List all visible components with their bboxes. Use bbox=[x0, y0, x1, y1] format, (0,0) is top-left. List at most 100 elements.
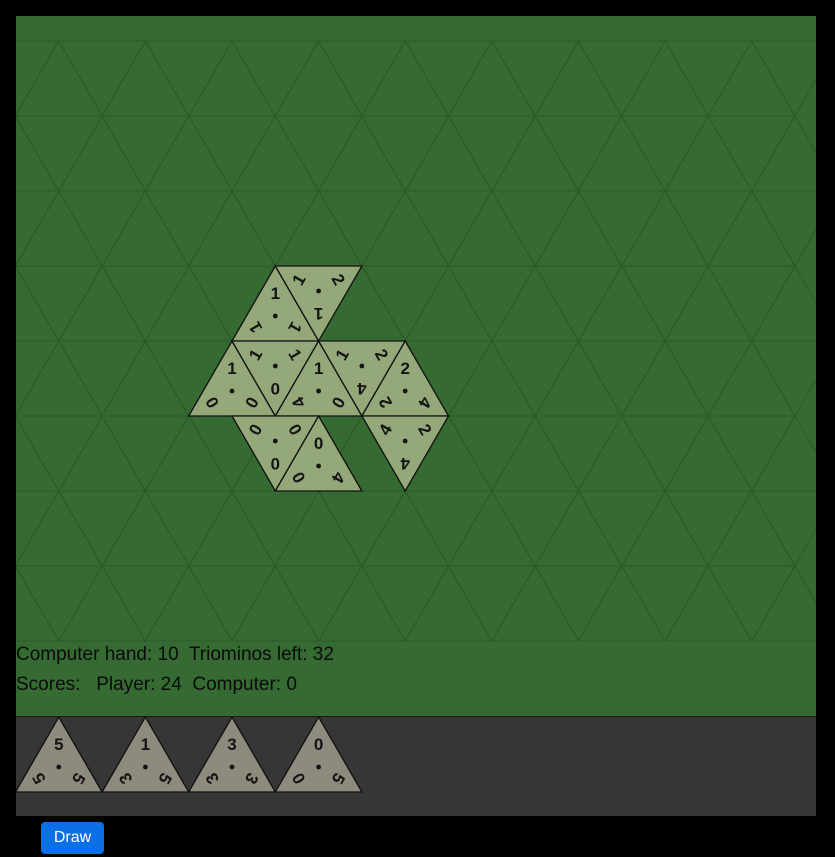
hand-tile[interactable]: 333 bbox=[187, 717, 277, 793]
grid-cell bbox=[750, 564, 816, 642]
grid-cell bbox=[57, 414, 147, 492]
grid-cell bbox=[231, 114, 320, 192]
player-hand-tiles: 555153333050 bbox=[16, 717, 364, 793]
grid-cell bbox=[534, 115, 623, 193]
grid-cell bbox=[404, 264, 493, 342]
grid-cell bbox=[361, 489, 450, 567]
grid-cell bbox=[577, 40, 666, 118]
grid-cell bbox=[16, 415, 103, 493]
grid-cell bbox=[187, 489, 277, 567]
grid-cell bbox=[317, 40, 407, 118]
grid-cell bbox=[274, 39, 363, 117]
grid-cell bbox=[620, 415, 710, 493]
triangle-grid[interactable]: 1111 211001 101041 242420 000404 24 bbox=[16, 16, 816, 716]
grid-cell bbox=[404, 114, 493, 192]
grid-cell bbox=[664, 40, 753, 118]
tile-center-dot bbox=[316, 463, 321, 469]
grid-cell bbox=[447, 189, 536, 267]
tile-corner-value: 1 bbox=[314, 304, 323, 323]
grid-cell bbox=[57, 190, 147, 268]
game-board[interactable]: 111121100110104124242000040424 Computer … bbox=[16, 16, 816, 716]
grid-cell bbox=[750, 40, 816, 118]
grid-cell bbox=[144, 114, 233, 192]
grid-cell bbox=[620, 39, 710, 117]
grid-cell bbox=[101, 415, 190, 493]
grid-cell bbox=[447, 339, 536, 417]
grid-cell bbox=[101, 115, 190, 193]
grid-cell bbox=[57, 564, 147, 642]
grid-cell bbox=[664, 190, 753, 268]
grid-cell bbox=[490, 340, 580, 418]
grid-cell bbox=[490, 40, 580, 118]
grid-cell bbox=[447, 265, 536, 343]
grid-cell bbox=[274, 115, 363, 193]
grid-cell bbox=[231, 40, 320, 118]
tile-corner-value: 2 bbox=[400, 359, 409, 378]
grid-cell bbox=[101, 339, 190, 417]
grid-cell bbox=[707, 339, 796, 417]
tile-center-dot bbox=[143, 764, 148, 770]
grid-cell bbox=[750, 190, 816, 268]
grid-cell bbox=[404, 564, 493, 642]
tile-center-dot bbox=[56, 764, 62, 770]
grid-cell bbox=[620, 189, 710, 267]
grid-cell bbox=[274, 189, 363, 267]
grid-cell bbox=[490, 414, 580, 492]
grid-cell bbox=[707, 265, 796, 343]
grid-cell bbox=[317, 490, 407, 568]
grid-cell bbox=[620, 489, 710, 567]
grid-cell bbox=[750, 340, 816, 418]
grid-cell bbox=[490, 114, 580, 192]
grid-cell bbox=[707, 115, 796, 193]
grid-cell bbox=[577, 490, 666, 568]
grid-cell bbox=[274, 565, 363, 643]
grid-cell bbox=[577, 340, 666, 418]
grid-cell bbox=[404, 490, 493, 568]
grid-cell bbox=[231, 190, 320, 268]
grid-cell bbox=[534, 339, 623, 417]
tile-corner-value: 1 bbox=[271, 284, 280, 303]
grid-cell bbox=[16, 115, 103, 193]
grid-cell bbox=[707, 565, 796, 643]
grid-cell bbox=[16, 489, 103, 567]
hand-tile[interactable]: 050 bbox=[274, 717, 364, 793]
grid-cell bbox=[317, 564, 407, 642]
grid-cell bbox=[101, 489, 190, 567]
hand-and-pool-status: Computer hand: 10 Triominos left: 32 bbox=[16, 644, 334, 665]
grid-cell bbox=[187, 565, 277, 643]
tile-center-dot bbox=[316, 288, 321, 294]
tile-corner-value: 1 bbox=[314, 359, 323, 378]
tile-center-dot bbox=[316, 764, 321, 770]
grid-cell bbox=[490, 490, 580, 568]
tile-corner-value: 5 bbox=[54, 735, 63, 754]
hand-tile[interactable]: 555 bbox=[16, 717, 104, 793]
tile-center-dot bbox=[272, 313, 278, 319]
grid-cell bbox=[101, 189, 190, 267]
tile-center-dot bbox=[402, 438, 408, 444]
grid-cell bbox=[534, 565, 623, 643]
grid-cell bbox=[577, 114, 666, 192]
draw-button[interactable]: Draw bbox=[41, 822, 104, 854]
grid-cell bbox=[404, 40, 493, 118]
grid-cell bbox=[620, 565, 710, 643]
grid-cell bbox=[317, 114, 407, 192]
grid-cell bbox=[187, 115, 277, 193]
hand-tile[interactable]: 153 bbox=[100, 717, 190, 793]
grid-cell bbox=[707, 189, 796, 267]
tile-corner-value: 1 bbox=[227, 359, 236, 378]
tile-center-dot bbox=[272, 363, 278, 369]
tile-center-dot bbox=[229, 388, 235, 394]
grid-cell bbox=[361, 565, 450, 643]
tile-corner-value: 4 bbox=[400, 454, 410, 473]
player-hand-tray: 555153333050 bbox=[16, 716, 816, 816]
grid-cell bbox=[664, 490, 753, 568]
grid-cell bbox=[707, 39, 796, 117]
grid-cell bbox=[361, 265, 450, 343]
grid-cell bbox=[101, 565, 190, 643]
tile-corner-value: 0 bbox=[271, 454, 280, 473]
grid-cell bbox=[447, 115, 536, 193]
grid-cell bbox=[361, 39, 450, 117]
tile-center-dot bbox=[402, 388, 408, 394]
grid-cell bbox=[16, 189, 103, 267]
tile-corner-value: 0 bbox=[314, 735, 323, 754]
